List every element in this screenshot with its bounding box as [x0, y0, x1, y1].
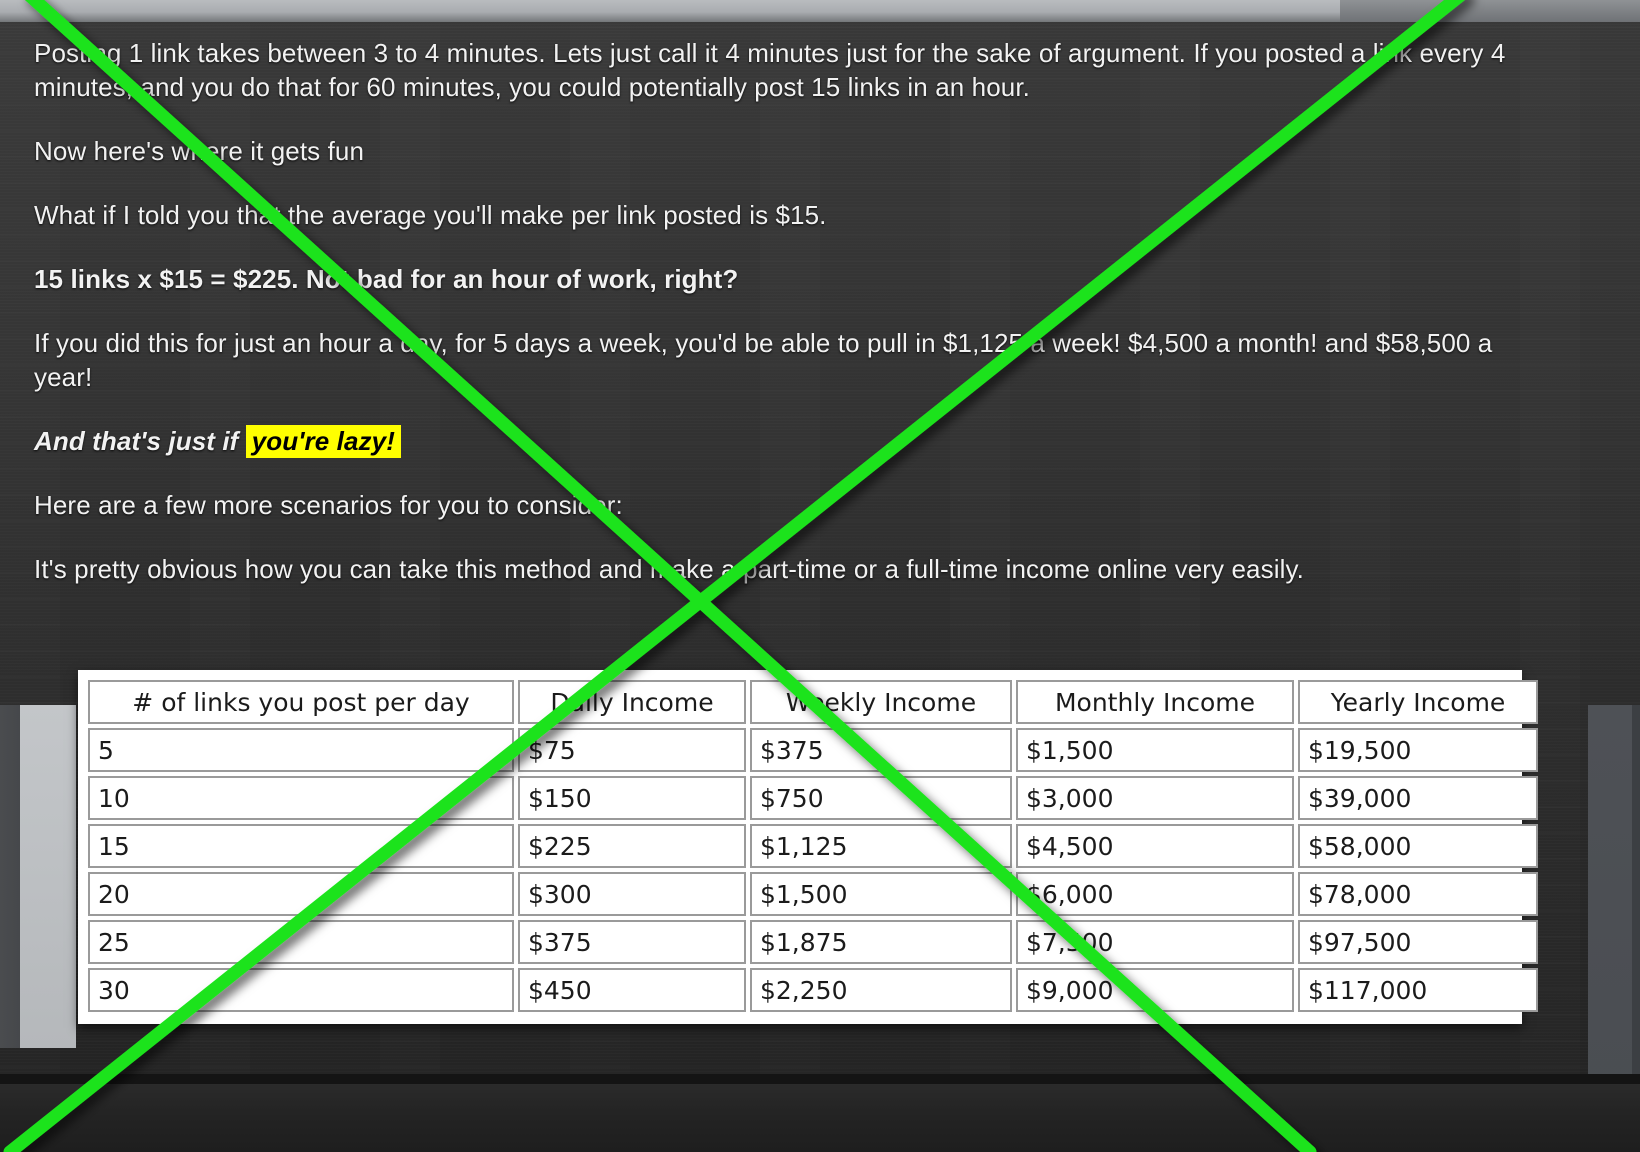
income-table-body: 5 $75 $375 $1,500 $19,500 10 $150 $750 $… [88, 728, 1538, 1012]
paragraph-lazy-callout: And that's just if you're lazy! [34, 424, 1534, 458]
left-side-panel [20, 705, 76, 1048]
cell-daily: $150 [518, 776, 746, 820]
top-edge-strip-right [1340, 0, 1640, 22]
cell-yearly: $19,500 [1298, 728, 1538, 772]
cell-weekly: $750 [750, 776, 1012, 820]
cell-monthly: $7,500 [1016, 920, 1294, 964]
lazy-callout-lead: And that's just if [34, 426, 246, 456]
col-header-yearly-income: Yearly Income [1298, 680, 1538, 724]
col-header-daily-income: Daily Income [518, 680, 746, 724]
table-row: 5 $75 $375 $1,500 $19,500 [88, 728, 1538, 772]
cell-yearly: $97,500 [1298, 920, 1538, 964]
cell-links: 20 [88, 872, 514, 916]
table-row: 30 $450 $2,250 $9,000 $117,000 [88, 968, 1538, 1012]
income-table-container: # of links you post per day Daily Income… [78, 670, 1538, 1024]
paragraph-closing: It's pretty obvious how you can take thi… [34, 554, 1304, 584]
cell-daily: $225 [518, 824, 746, 868]
table-row: 15 $225 $1,125 $4,500 $58,000 [88, 824, 1538, 868]
paragraph-intro: Posting 1 link takes between 3 to 4 minu… [34, 38, 1506, 102]
cell-monthly: $3,000 [1016, 776, 1294, 820]
cell-weekly: $1,500 [750, 872, 1012, 916]
paragraph-weekly-projection: If you did this for just an hour a day, … [34, 328, 1493, 392]
cell-monthly: $1,500 [1016, 728, 1294, 772]
cell-daily: $300 [518, 872, 746, 916]
income-table-head: # of links you post per day Daily Income… [88, 680, 1538, 724]
screenshot-canvas: Posting 1 link takes between 3 to 4 minu… [0, 0, 1640, 1152]
paragraph-average-per-link: What if I told you that the average you'… [34, 200, 827, 230]
bottom-band [0, 1084, 1640, 1152]
cell-links: 30 [88, 968, 514, 1012]
cell-weekly: $1,875 [750, 920, 1012, 964]
paragraph-math-highlight: 15 links x $15 = $225. Not bad for an ho… [34, 264, 739, 294]
cell-weekly: $2,250 [750, 968, 1012, 1012]
cell-yearly: $58,000 [1298, 824, 1538, 868]
table-row: 20 $300 $1,500 $6,000 $78,000 [88, 872, 1538, 916]
cell-monthly: $6,000 [1016, 872, 1294, 916]
income-table: # of links you post per day Daily Income… [84, 676, 1542, 1016]
cell-monthly: $9,000 [1016, 968, 1294, 1012]
cell-links: 10 [88, 776, 514, 820]
bottom-divider [0, 1074, 1640, 1084]
cell-yearly: $78,000 [1298, 872, 1538, 916]
cell-links: 5 [88, 728, 514, 772]
cell-links: 15 [88, 824, 514, 868]
cell-weekly: $1,125 [750, 824, 1012, 868]
col-header-links-per-day: # of links you post per day [88, 680, 514, 724]
cell-daily: $375 [518, 920, 746, 964]
cell-yearly: $39,000 [1298, 776, 1538, 820]
cell-yearly: $117,000 [1298, 968, 1538, 1012]
table-row: 25 $375 $1,875 $7,500 $97,500 [88, 920, 1538, 964]
cell-daily: $450 [518, 968, 746, 1012]
paragraph-scenarios-lead: Here are a few more scenarios for you to… [34, 490, 623, 520]
paragraph-hook: Now here's where it gets fun [34, 136, 365, 166]
col-header-monthly-income: Monthly Income [1016, 680, 1294, 724]
lazy-callout-highlight: you're lazy! [245, 425, 401, 458]
table-row: 10 $150 $750 $3,000 $39,000 [88, 776, 1538, 820]
cell-links: 25 [88, 920, 514, 964]
cell-monthly: $4,500 [1016, 824, 1294, 868]
article-body: Posting 1 link takes between 3 to 4 minu… [34, 36, 1534, 616]
cell-weekly: $375 [750, 728, 1012, 772]
col-header-weekly-income: Weekly Income [750, 680, 1012, 724]
cell-daily: $75 [518, 728, 746, 772]
table-header-row: # of links you post per day Daily Income… [88, 680, 1538, 724]
right-gutter [1632, 705, 1640, 1115]
left-gutter [0, 705, 20, 1048]
